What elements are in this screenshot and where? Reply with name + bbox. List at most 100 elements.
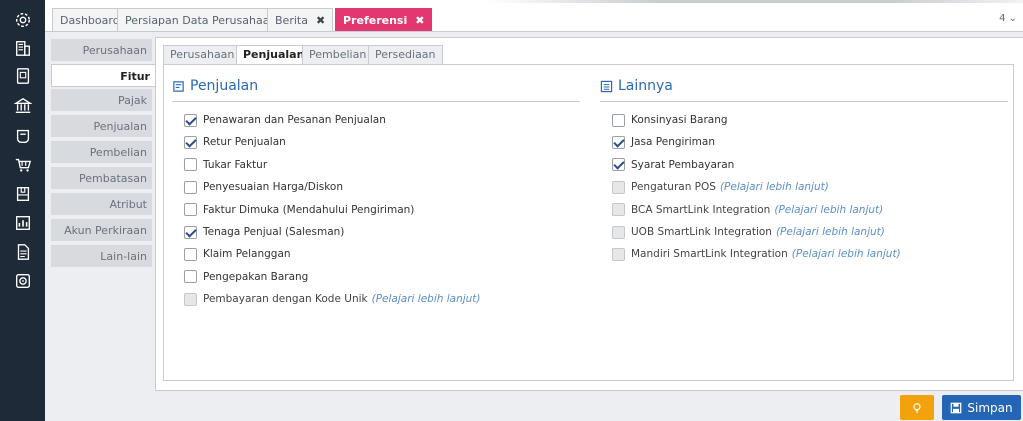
checkbox bbox=[612, 203, 625, 217]
tab-label: Berita bbox=[275, 13, 308, 27]
document-icon[interactable] bbox=[13, 66, 32, 85]
subtab-pembelian[interactable]: Pembelian bbox=[302, 45, 374, 65]
target-icon[interactable] bbox=[13, 271, 32, 290]
learn-more-link[interactable]: (Pelajari lebih lanjut) bbox=[372, 293, 481, 305]
close-icon[interactable]: ✖ bbox=[316, 14, 325, 27]
learn-more-link[interactable]: (Pelajari lebih lanjut) bbox=[720, 181, 829, 193]
option-row[interactable]: Tenaga Penjual (Salesman) bbox=[184, 224, 344, 240]
subtab-perusahaan[interactable]: Perusahaan bbox=[163, 45, 242, 65]
left-rail bbox=[0, 0, 45, 421]
option-row: Mandiri SmartLink Integration (Pelajari l… bbox=[612, 246, 901, 262]
cart-icon[interactable] bbox=[13, 126, 32, 145]
checkbox[interactable] bbox=[184, 158, 197, 172]
checkbox bbox=[612, 180, 625, 194]
report-icon[interactable] bbox=[13, 213, 32, 232]
checkbox[interactable] bbox=[612, 113, 625, 127]
checkbox[interactable] bbox=[184, 135, 197, 149]
option-row[interactable]: Penyesuaian Harga/Diskon bbox=[184, 179, 343, 195]
option-row[interactable]: Jasa Pengiriman bbox=[612, 134, 715, 150]
tab-persiapan-data[interactable]: Persiapan Data Perusahaan bbox=[117, 8, 285, 31]
option-row[interactable]: Penawaran dan Pesanan Penjualan bbox=[184, 112, 386, 128]
checkbox[interactable] bbox=[184, 203, 197, 217]
option-label: Konsinyasi Barang bbox=[631, 114, 728, 126]
tab-preferensi[interactable]: Preferensi ✖ bbox=[335, 8, 433, 31]
option-row[interactable]: Faktur Dimuka (Mendahului Pengiriman) bbox=[184, 202, 414, 218]
tips-button[interactable] bbox=[900, 395, 934, 420]
option-label: Tukar Faktur bbox=[203, 158, 268, 171]
checkbox[interactable] bbox=[184, 180, 197, 194]
option-label: Mandiri SmartLink Integration bbox=[631, 248, 788, 261]
tab-count-dropdown[interactable]: 4 ⌄ bbox=[999, 13, 1017, 24]
menu-item-perusahaan[interactable]: Perusahaan bbox=[51, 39, 152, 62]
checkbox[interactable] bbox=[184, 247, 197, 261]
option-label: Retur Penjualan bbox=[203, 136, 286, 149]
menu-item-akun-perkiraan[interactable]: Akun Perkiraan bbox=[51, 219, 152, 242]
checkbox bbox=[612, 225, 625, 239]
option-label: BCA SmartLink Integration bbox=[631, 203, 771, 216]
basket-icon[interactable] bbox=[13, 155, 32, 174]
option-label: Faktur Dimuka (Mendahului Pengiriman) bbox=[203, 203, 415, 216]
tab-berita[interactable]: Berita ✖ bbox=[267, 8, 334, 31]
checkbox bbox=[184, 292, 197, 306]
menu-item-penjualan[interactable]: Penjualan bbox=[51, 115, 152, 138]
fitur-panel: Perusahaan Penjualan Pembelian Persediaa… bbox=[155, 37, 1023, 391]
checkbox[interactable] bbox=[184, 225, 197, 239]
menu-item-pembatasan[interactable]: Pembatasan bbox=[51, 167, 152, 190]
menu-item-atribut-tambahan[interactable]: Atribut Tambahan bbox=[51, 193, 152, 234]
subtab-penjualan[interactable]: Penjualan bbox=[236, 45, 312, 65]
option-label: Syarat Pembayaran bbox=[631, 158, 735, 171]
learn-more-link[interactable]: (Pelajari lebih lanjut) bbox=[776, 226, 885, 238]
checkbox bbox=[612, 247, 625, 261]
file-icon[interactable] bbox=[13, 242, 32, 261]
box-icon[interactable] bbox=[13, 184, 32, 203]
checkbox[interactable] bbox=[612, 135, 625, 149]
learn-more-link[interactable]: (Pelajari lebih lanjut) bbox=[792, 248, 901, 260]
section-divider bbox=[600, 101, 1008, 102]
menu-item-pajak[interactable]: Pajak bbox=[51, 89, 152, 112]
option-label: Tenaga Penjual (Salesman) bbox=[203, 226, 345, 238]
building-icon[interactable] bbox=[13, 38, 32, 57]
option-row[interactable]: Pengepakan Barang bbox=[184, 269, 308, 285]
gear-icon[interactable] bbox=[13, 10, 32, 29]
list-icon bbox=[600, 80, 613, 92]
learn-more-link[interactable]: (Pelajari lebih lanjut) bbox=[774, 204, 883, 216]
bank-icon[interactable] bbox=[13, 96, 32, 115]
section-divider bbox=[172, 101, 580, 102]
close-icon[interactable]: ✖ bbox=[415, 14, 424, 27]
option-label: Jasa Pengiriman bbox=[631, 136, 715, 149]
option-row[interactable]: Klaim Pelanggan bbox=[184, 246, 291, 262]
menu-item-lain-lain[interactable]: Lain-lain bbox=[51, 245, 152, 268]
option-label: UOB SmartLink Integration bbox=[631, 226, 772, 238]
option-label: Penyesuaian Harga/Diskon bbox=[203, 181, 344, 194]
option-row[interactable]: Konsinyasi Barang bbox=[612, 112, 728, 128]
checkbox[interactable] bbox=[184, 270, 197, 284]
save-label: Simpan bbox=[967, 400, 1013, 415]
section-title-lainnya: Lainnya bbox=[600, 78, 673, 94]
top-accent-bar bbox=[485, 0, 1023, 3]
option-label: Pembayaran dengan Kode Unik bbox=[203, 293, 368, 306]
menu-item-pembelian[interactable]: Pembelian bbox=[51, 141, 152, 164]
option-row[interactable]: Retur Penjualan bbox=[184, 134, 286, 150]
save-icon bbox=[951, 402, 962, 413]
option-row: UOB SmartLink Integration (Pelajari lebih… bbox=[612, 224, 885, 240]
option-row[interactable]: Tukar Faktur bbox=[184, 157, 267, 173]
section-title-text: Penjualan bbox=[190, 78, 259, 94]
option-row[interactable]: Syarat Pembayaran bbox=[612, 157, 734, 173]
option-label: Pengaturan POS bbox=[631, 181, 716, 194]
lightbulb-icon bbox=[913, 402, 921, 413]
menu-item-fitur[interactable]: Fitur bbox=[51, 64, 155, 87]
save-button[interactable]: Simpan bbox=[942, 395, 1021, 420]
checkbox[interactable] bbox=[612, 158, 625, 172]
content-area: Perusahaan Fitur Pajak Penjualan Pembeli… bbox=[45, 31, 1023, 421]
subtab-persediaan[interactable]: Persediaan bbox=[368, 45, 443, 65]
tab-label: Preferensi bbox=[343, 13, 408, 27]
section-title-penjualan: Penjualan bbox=[172, 78, 258, 94]
section-title-text: Lainnya bbox=[618, 78, 673, 94]
option-row: Pembayaran dengan Kode Unik (Pelajari leb… bbox=[184, 291, 481, 307]
option-label: Klaim Pelanggan bbox=[203, 248, 291, 261]
option-label: Pengepakan Barang bbox=[203, 270, 309, 283]
checkbox[interactable] bbox=[184, 113, 197, 127]
option-label: Penawaran dan Pesanan Penjualan bbox=[203, 114, 386, 126]
option-row: Pengaturan POS (Pelajari lebih lanjut) bbox=[612, 179, 829, 195]
options-box: Penjualan Penawaran dan Pesanan Penjuala… bbox=[163, 64, 1014, 381]
